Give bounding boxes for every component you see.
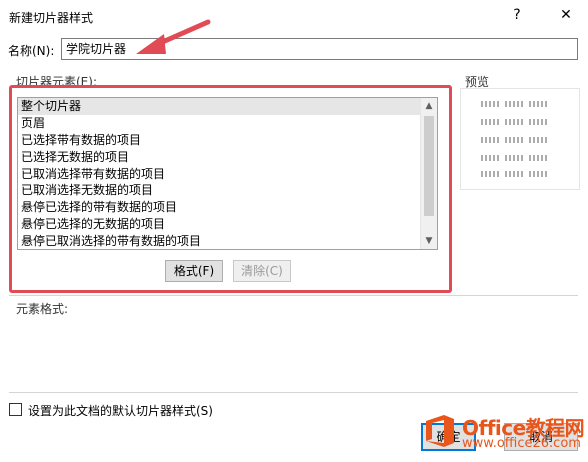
- dialog-title: 新建切片器样式: [9, 11, 94, 25]
- section-divider: [9, 295, 578, 296]
- help-button[interactable]: ?: [503, 4, 531, 26]
- annotation-arrow-icon: [136, 19, 211, 54]
- watermark-url: www.office26.com: [462, 436, 581, 451]
- default-style-checkbox[interactable]: [9, 403, 22, 416]
- default-style-label[interactable]: 设置为此文档的默认切片器样式(S): [28, 402, 213, 419]
- office-logo-icon: [426, 415, 454, 447]
- watermark: Office教程网 www.office26.com: [416, 408, 588, 458]
- name-label: 名称(N):: [8, 44, 55, 58]
- annotation-highlight-frame: [9, 85, 452, 293]
- close-button[interactable]: ✕: [552, 4, 580, 26]
- preview-pane: [460, 88, 580, 190]
- element-format-label: 元素格式:: [16, 302, 69, 316]
- section-divider: [9, 392, 578, 393]
